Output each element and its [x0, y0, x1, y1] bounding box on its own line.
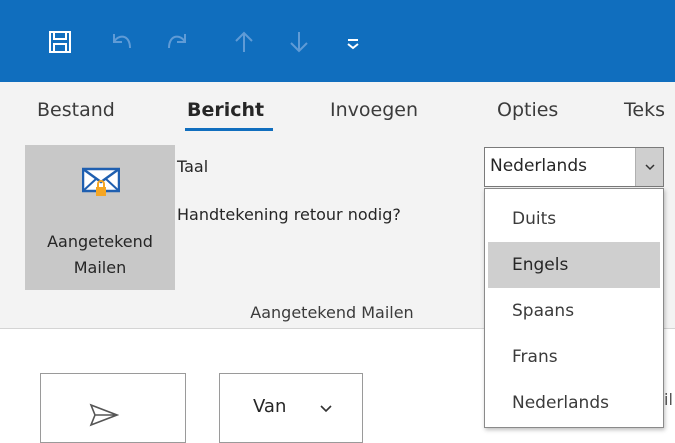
save-icon[interactable] [44, 26, 76, 58]
arrow-down-icon[interactable] [283, 26, 315, 58]
send-button[interactable] [40, 373, 186, 443]
from-label: Van [253, 396, 287, 417]
tab-bericht[interactable]: Bericht [187, 99, 264, 121]
send-icon [89, 403, 119, 427]
arrow-up-icon[interactable] [228, 26, 260, 58]
language-select-value: Nederlands [490, 156, 587, 176]
ribbon-tabs: Bestand Bericht Invoegen Opties Teks [0, 82, 675, 140]
dropdown-arrow-button[interactable] [635, 148, 663, 186]
partial-text: il [664, 390, 673, 409]
language-label: Taal [177, 157, 209, 176]
language-option-nederlands[interactable]: Nederlands [488, 380, 660, 426]
chevron-down-icon [645, 164, 655, 171]
language-dropdown-list: Duits Engels Spaans Frans Nederlands [484, 188, 664, 428]
return-receipt-label[interactable]: Handtekening retour nodig? [177, 205, 401, 224]
registered-mail-icon [81, 163, 121, 205]
tab-invoegen[interactable]: Invoegen [330, 99, 418, 121]
customize-icon[interactable] [337, 26, 369, 58]
language-option-engels[interactable]: Engels [488, 242, 660, 288]
aangetekend-mailen-button[interactable]: Aangetekend Mailen [25, 145, 175, 290]
language-option-frans[interactable]: Frans [488, 334, 660, 380]
language-option-spaans[interactable]: Spaans [488, 288, 660, 334]
chevron-down-icon [320, 405, 332, 413]
group-label: Aangetekend Mailen [250, 303, 414, 322]
button-label-line2: Mailen [73, 258, 127, 277]
undo-icon[interactable] [104, 26, 136, 58]
language-option-duits[interactable]: Duits [488, 196, 660, 242]
title-bar [0, 0, 675, 82]
button-label-line1: Aangetekend [47, 232, 153, 251]
tab-tekst[interactable]: Teks [624, 99, 665, 121]
tab-opties[interactable]: Opties [497, 99, 558, 121]
language-select[interactable]: Nederlands [484, 147, 664, 187]
redo-icon[interactable] [163, 26, 195, 58]
active-tab-indicator [185, 128, 273, 131]
tab-bestand[interactable]: Bestand [37, 99, 115, 121]
from-button[interactable]: Van [219, 373, 363, 443]
